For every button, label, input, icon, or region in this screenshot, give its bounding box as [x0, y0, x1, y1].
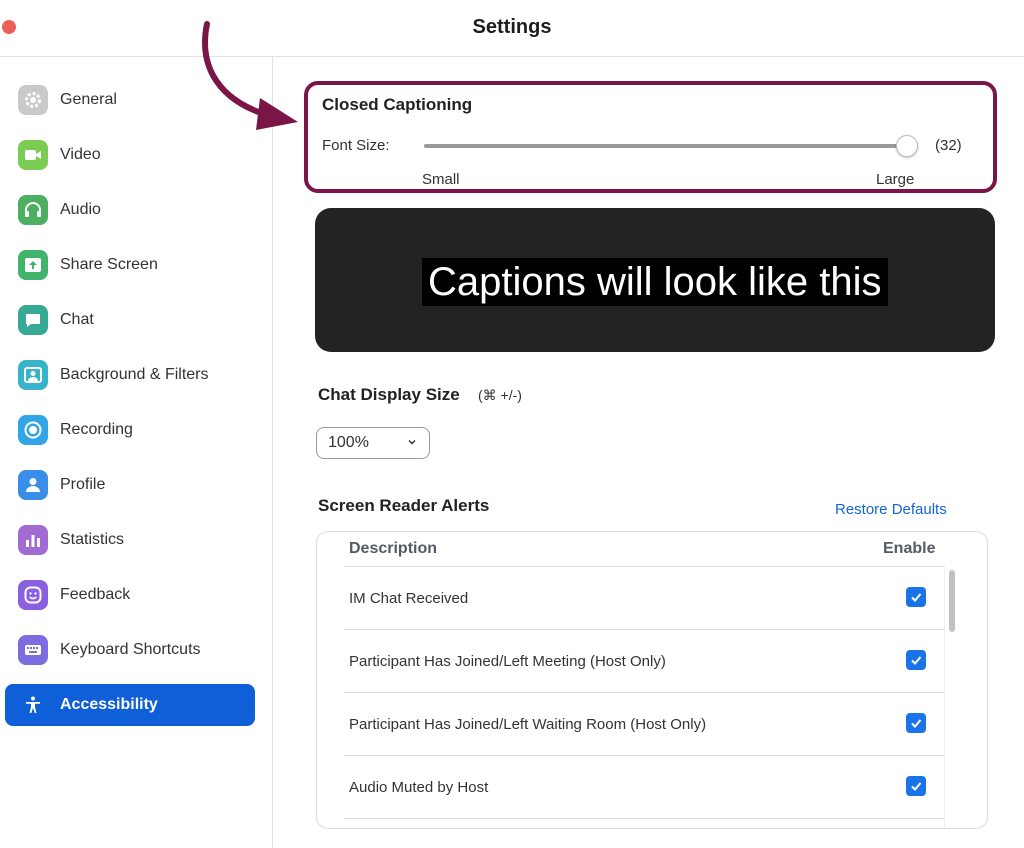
- sidebar-item-label: Recording: [60, 421, 133, 438]
- sidebar-item-feedback[interactable]: Feedback: [5, 574, 255, 616]
- enable-checkbox[interactable]: [906, 713, 926, 733]
- caption-preview: Captions will look like this: [315, 208, 995, 352]
- sidebar-item-label: Keyboard Shortcuts: [60, 641, 201, 658]
- row-description: IM Chat Received: [349, 590, 469, 607]
- sidebar-item-label: Accessibility: [60, 696, 158, 713]
- screen-reader-alerts-table: Description Enable IM Chat Received Part…: [316, 531, 988, 829]
- chat-display-size-title: Chat Display Size: [318, 385, 460, 404]
- share-screen-icon: [18, 250, 48, 280]
- background-person-icon: [18, 360, 48, 390]
- sidebar-item-label: Statistics: [60, 531, 125, 548]
- sidebar: General Video Audio Share Screen Chat Ba…: [0, 57, 273, 848]
- slider-max-label: Large: [876, 171, 915, 188]
- row-divider: [344, 566, 944, 567]
- font-size-value: (32): [935, 137, 962, 154]
- table-scrollbar-thumb[interactable]: [949, 570, 955, 632]
- sidebar-item-background-filters[interactable]: Background & Filters: [5, 354, 255, 396]
- settings-content: Closed Captioning Font Size: (32) Small …: [273, 57, 1024, 848]
- row-description: Participant Has Joined/Left Waiting Room…: [349, 716, 707, 733]
- smiley-icon: [18, 580, 48, 610]
- enable-checkbox[interactable]: [906, 587, 926, 607]
- column-header-description: Description: [349, 540, 438, 557]
- title-bar: Settings: [0, 0, 1024, 57]
- screen-reader-alerts-title: Screen Reader Alerts: [318, 496, 490, 515]
- caption-preview-text: Captions will look like this: [422, 258, 888, 306]
- video-camera-icon: [18, 140, 48, 170]
- sidebar-item-label: Feedback: [60, 586, 131, 603]
- sidebar-item-label: Video: [60, 146, 101, 163]
- chat-display-size-select[interactable]: 100%: [316, 427, 430, 459]
- sidebar-item-audio[interactable]: Audio: [5, 189, 255, 231]
- sidebar-item-statistics[interactable]: Statistics: [5, 519, 255, 561]
- sidebar-item-recording[interactable]: Recording: [5, 409, 255, 451]
- record-icon: [18, 415, 48, 445]
- font-size-label: Font Size:: [322, 137, 390, 154]
- checkmark-icon: [911, 719, 922, 728]
- font-size-slider[interactable]: [424, 144, 910, 148]
- slider-min-label: Small: [422, 171, 460, 188]
- row-divider: [344, 818, 944, 819]
- sidebar-item-profile[interactable]: Profile: [5, 464, 255, 506]
- sidebar-item-video[interactable]: Video: [5, 134, 255, 176]
- row-description: Participant Has Joined/Left Meeting (Hos…: [349, 653, 666, 670]
- chat-display-shortcut-hint: (⌘ +/-): [478, 387, 522, 403]
- restore-defaults-link[interactable]: Restore Defaults: [835, 501, 947, 518]
- font-size-slider-thumb[interactable]: [896, 135, 918, 157]
- sidebar-item-label: Chat: [60, 311, 94, 328]
- accessibility-person-icon: [18, 690, 48, 720]
- checkmark-icon: [911, 656, 922, 665]
- row-description: Audio Muted by Host: [349, 779, 489, 796]
- enable-checkbox[interactable]: [906, 776, 926, 796]
- keyboard-icon: [18, 635, 48, 665]
- profile-person-icon: [18, 470, 48, 500]
- row-divider: [344, 629, 944, 630]
- chat-display-size-value: 100%: [328, 434, 369, 451]
- table-scrollbar[interactable]: [944, 566, 961, 828]
- sidebar-item-keyboard-shortcuts[interactable]: Keyboard Shortcuts: [5, 629, 255, 671]
- sidebar-item-chat[interactable]: Chat: [5, 299, 255, 341]
- chat-bubble-icon: [18, 305, 48, 335]
- chevron-down-icon: [408, 439, 416, 445]
- enable-checkbox[interactable]: [906, 650, 926, 670]
- checkmark-icon: [911, 593, 922, 602]
- sidebar-item-label: General: [60, 91, 117, 108]
- sidebar-item-label: Profile: [60, 476, 106, 493]
- checkmark-icon: [911, 782, 922, 791]
- row-divider: [344, 755, 944, 756]
- sidebar-item-label: Audio: [60, 201, 101, 218]
- annotation-arrow-icon: [202, 21, 298, 130]
- row-divider: [344, 692, 944, 693]
- sidebar-item-share-screen[interactable]: Share Screen: [5, 244, 255, 286]
- sidebar-item-label: Background & Filters: [60, 366, 209, 383]
- sidebar-item-accessibility[interactable]: Accessibility: [5, 684, 255, 726]
- column-header-enable: Enable: [883, 540, 936, 557]
- headphones-icon: [18, 195, 48, 225]
- closed-captioning-title: Closed Captioning: [322, 95, 473, 114]
- bar-chart-icon: [18, 525, 48, 555]
- gear-icon: [18, 85, 48, 115]
- sidebar-item-label: Share Screen: [60, 256, 158, 273]
- window-title: Settings: [472, 16, 552, 38]
- closed-captioning-section: Closed Captioning Font Size: (32) Small …: [304, 81, 997, 193]
